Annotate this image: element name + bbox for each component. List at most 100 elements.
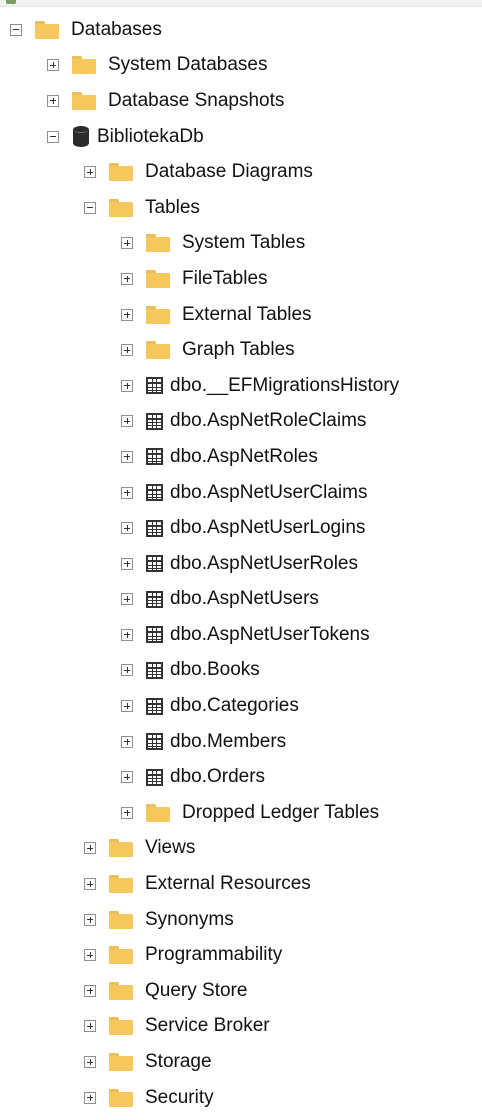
expand-toggle-icon[interactable] bbox=[121, 593, 133, 606]
folder-icon bbox=[146, 305, 170, 324]
tree-node[interactable]: Tables bbox=[0, 190, 482, 226]
tree-node[interactable]: dbo.AspNetUserTokens bbox=[0, 617, 482, 653]
expand-toggle-icon[interactable] bbox=[121, 272, 133, 285]
tree-node[interactable]: System Tables bbox=[0, 226, 482, 262]
table-icon bbox=[146, 768, 163, 786]
tree-node[interactable]: External Tables bbox=[0, 297, 482, 333]
expand-toggle-icon[interactable] bbox=[121, 486, 133, 499]
tree-node[interactable]: dbo.AspNetUserRoles bbox=[0, 546, 482, 582]
tree-node-label: dbo.AspNetUserLogins bbox=[170, 517, 366, 539]
table-icon bbox=[146, 448, 163, 466]
tree-node[interactable]: Synonyms bbox=[0, 902, 482, 938]
tree-node[interactable]: Database Snapshots bbox=[0, 83, 482, 119]
tree-node[interactable]: Programmability bbox=[0, 937, 482, 973]
table-icon bbox=[146, 519, 163, 537]
database-icon bbox=[73, 126, 89, 148]
collapse-toggle-icon[interactable] bbox=[10, 23, 22, 36]
tree-node-label: dbo.AspNetUsers bbox=[170, 588, 319, 610]
tree-node-label: BibliotekaDb bbox=[97, 125, 204, 147]
folder-icon bbox=[109, 981, 133, 1000]
folder-icon bbox=[109, 1017, 133, 1036]
expand-toggle-icon[interactable] bbox=[47, 94, 59, 107]
tree-node[interactable]: Dropped Ledger Tables bbox=[0, 795, 482, 831]
folder-icon bbox=[109, 163, 133, 182]
folder-icon bbox=[109, 875, 133, 894]
tree-node-label: Programmability bbox=[145, 944, 283, 966]
tree-node[interactable]: Views bbox=[0, 831, 482, 867]
expand-toggle-icon[interactable] bbox=[121, 628, 133, 641]
tree-node[interactable]: dbo.AspNetUserClaims bbox=[0, 475, 482, 511]
tree-node-label: Databases bbox=[71, 18, 162, 40]
tree-node-label: Security bbox=[145, 1086, 214, 1108]
tree-node[interactable]: dbo.AspNetUsers bbox=[0, 582, 482, 618]
tree-node[interactable]: BibliotekaDb bbox=[0, 119, 482, 155]
tree-node-label: dbo.AspNetUserTokens bbox=[170, 623, 370, 645]
expand-toggle-icon[interactable] bbox=[84, 1020, 96, 1033]
expand-toggle-icon[interactable] bbox=[84, 878, 96, 891]
tree-node-label: System Databases bbox=[108, 54, 268, 76]
table-icon bbox=[146, 377, 163, 395]
expand-toggle-icon[interactable] bbox=[84, 949, 96, 962]
tree-node[interactable]: Databases bbox=[0, 12, 482, 48]
expand-toggle-icon[interactable] bbox=[84, 842, 96, 855]
tree-node[interactable]: Service Broker bbox=[0, 1009, 482, 1045]
tree-node[interactable]: Database Diagrams bbox=[0, 154, 482, 190]
folder-icon bbox=[109, 1053, 133, 1072]
tree-node[interactable]: Security bbox=[0, 1080, 482, 1116]
tree-node[interactable]: External Resources bbox=[0, 866, 482, 902]
tree-node-label: dbo.Books bbox=[170, 659, 260, 681]
tree-node-label: Graph Tables bbox=[182, 339, 295, 361]
tree-node[interactable]: dbo.AspNetUserLogins bbox=[0, 510, 482, 546]
tree-node-label: Query Store bbox=[145, 979, 248, 1001]
tree-node[interactable]: dbo.Books bbox=[0, 653, 482, 689]
tree-node[interactable]: dbo.__EFMigrationsHistory bbox=[0, 368, 482, 404]
table-icon bbox=[146, 412, 163, 430]
tree-node[interactable]: dbo.Categories bbox=[0, 688, 482, 724]
expand-toggle-icon[interactable] bbox=[121, 557, 133, 570]
tree-node-label: Database Snapshots bbox=[108, 89, 285, 111]
tree-node[interactable]: dbo.AspNetRoles bbox=[0, 439, 482, 475]
expand-toggle-icon[interactable] bbox=[121, 308, 133, 321]
tree-node[interactable]: Graph Tables bbox=[0, 332, 482, 368]
folder-icon bbox=[146, 269, 170, 288]
tree-node-label: dbo.AspNetRoles bbox=[170, 445, 318, 467]
expand-toggle-icon[interactable] bbox=[121, 450, 133, 463]
folder-icon bbox=[72, 56, 96, 75]
expand-toggle-icon[interactable] bbox=[84, 913, 96, 926]
tree-node-label: dbo.AspNetRoleClaims bbox=[170, 410, 367, 432]
expand-toggle-icon[interactable] bbox=[121, 735, 133, 748]
expand-toggle-icon[interactable] bbox=[121, 664, 133, 677]
tree-node[interactable]: System Databases bbox=[0, 48, 482, 84]
expand-toggle-icon[interactable] bbox=[121, 379, 133, 392]
folder-icon bbox=[72, 91, 96, 110]
expand-toggle-icon[interactable] bbox=[121, 415, 133, 428]
table-icon bbox=[146, 661, 163, 679]
expand-toggle-icon[interactable] bbox=[84, 1091, 96, 1104]
expand-toggle-icon[interactable] bbox=[84, 1056, 96, 1069]
expand-toggle-icon[interactable] bbox=[121, 806, 133, 819]
expand-toggle-icon[interactable] bbox=[121, 771, 133, 784]
expand-toggle-icon[interactable] bbox=[84, 984, 96, 997]
expand-toggle-icon[interactable] bbox=[121, 344, 133, 357]
expand-toggle-icon[interactable] bbox=[84, 166, 96, 179]
expand-toggle-icon[interactable] bbox=[121, 522, 133, 535]
table-icon bbox=[146, 555, 163, 573]
expand-toggle-icon[interactable] bbox=[47, 59, 59, 72]
expand-toggle-icon[interactable] bbox=[121, 237, 133, 250]
tree-node[interactable]: Storage bbox=[0, 1044, 482, 1080]
collapse-toggle-icon[interactable] bbox=[84, 201, 96, 214]
tree-node[interactable]: Query Store bbox=[0, 973, 482, 1009]
tree-node[interactable]: dbo.AspNetRoleClaims bbox=[0, 404, 482, 440]
folder-icon bbox=[109, 839, 133, 858]
tree-node[interactable]: FileTables bbox=[0, 261, 482, 297]
expand-toggle-icon[interactable] bbox=[121, 700, 133, 713]
collapse-toggle-icon[interactable] bbox=[47, 130, 59, 143]
tree-node-label: Synonyms bbox=[145, 908, 234, 930]
folder-icon bbox=[109, 910, 133, 929]
tree-node[interactable]: dbo.Members bbox=[0, 724, 482, 760]
folder-icon bbox=[146, 341, 170, 360]
tree-node[interactable]: dbo.Orders bbox=[0, 759, 482, 795]
table-icon bbox=[146, 697, 163, 715]
table-icon bbox=[146, 626, 163, 644]
top-edge-strip bbox=[0, 0, 482, 7]
